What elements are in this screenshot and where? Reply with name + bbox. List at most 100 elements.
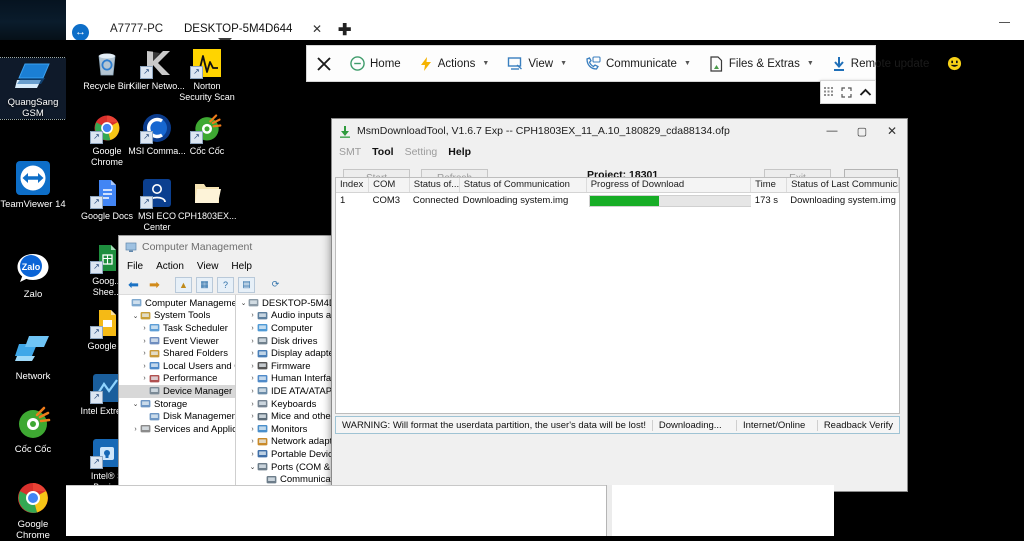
column-header[interactable]: Index — [336, 178, 370, 192]
menu-view[interactable]: View — [197, 261, 219, 272]
chevron-down-icon[interactable]: ⌄ — [131, 400, 140, 408]
chevron-down-icon[interactable]: ⌄ — [239, 299, 248, 307]
toolbar-communicate-button[interactable]: Communicate ▼ — [576, 46, 700, 81]
toolbar-actions-button[interactable]: Actions ▼ — [410, 46, 499, 81]
tree-item-shared-folders[interactable]: › Shared Folders — [119, 347, 235, 360]
toolbar-files-extras-button[interactable]: Files & Extras ▼ — [700, 46, 823, 81]
computer-management-menu-bar: File Action View Help — [119, 258, 348, 275]
desktop-icon-quangsang-gsm[interactable]: QuangSang GSM — [0, 57, 67, 120]
chevron-down-icon[interactable]: ⌄ — [248, 463, 257, 471]
chevron-right-icon[interactable]: › — [131, 426, 140, 433]
tab-close-icon[interactable]: ✕ — [312, 22, 322, 36]
menu-action[interactable]: Action — [156, 261, 184, 272]
remote-icon-coc-coc[interactable]: ↗ Cốc Cốc — [178, 113, 236, 157]
chevron-right-icon[interactable]: › — [140, 363, 149, 370]
tree-item-local-users-and-groups[interactable]: › Local Users and Groups — [119, 360, 235, 373]
show-hide-tree-icon[interactable]: ▦ — [196, 276, 213, 293]
remote-screen: Recycle Bin ↗ Killer Netwo... ↗ Norton S… — [66, 40, 1024, 536]
msm-maximize-button[interactable]: ▢ — [847, 119, 877, 143]
chevron-right-icon[interactable]: › — [140, 325, 149, 332]
tree-item-system-tools[interactable]: ⌄ System Tools — [119, 310, 235, 323]
tree-item-disk-management[interactable]: Disk Management — [119, 410, 235, 423]
tab-desktop-5m4d644[interactable]: DESKTOP-5M4D644 — [176, 19, 300, 40]
chevron-down-icon[interactable]: ⌄ — [131, 312, 140, 320]
tree-item-performance[interactable]: › Performance — [119, 373, 235, 386]
chevron-right-icon[interactable]: › — [248, 363, 257, 370]
msm-menu-setting[interactable]: Setting — [405, 146, 438, 158]
tree-item-storage[interactable]: ⌄ Storage — [119, 398, 235, 411]
svg-text:Zalo: Zalo — [22, 262, 41, 272]
ide-icon — [257, 386, 268, 396]
chevron-right-icon[interactable]: › — [248, 426, 257, 433]
shortcut-badge-icon: ↗ — [140, 66, 153, 79]
toolbar-home-button[interactable]: Home — [341, 46, 410, 81]
forward-icon[interactable]: ➡ — [146, 277, 163, 293]
chevron-right-icon[interactable]: › — [248, 350, 257, 357]
shortcut-badge-icon: ↗ — [90, 456, 103, 469]
expand-icon[interactable] — [841, 86, 853, 98]
remote-icon-norton-security-scan[interactable]: ↗ Norton Security Scan — [178, 48, 236, 102]
desktop-icon-network[interactable]: Network — [0, 332, 66, 382]
teamviewer-session-toolbar: Home Actions ▼ View ▼ Communicate ▼ File… — [306, 45, 962, 82]
chevron-right-icon[interactable]: › — [140, 338, 149, 345]
toolbar-close-session-button[interactable] — [307, 46, 341, 81]
column-header[interactable]: COM — [369, 178, 410, 192]
desktop-icon-coc-coc[interactable]: Cốc Cốc — [0, 405, 66, 455]
chevron-right-icon[interactable]: › — [248, 388, 257, 395]
chevron-right-icon[interactable]: › — [248, 413, 257, 420]
msm-menu-tool[interactable]: Tool — [372, 146, 393, 158]
toolbar-view-button[interactable]: View ▼ — [498, 46, 576, 81]
download-status-table[interactable]: Index COM Status of... Status of Communicat… — [335, 177, 900, 414]
column-header[interactable]: Status of Communication — [460, 178, 587, 192]
msm-menu-help[interactable]: Help — [448, 146, 471, 158]
column-header[interactable]: Time — [751, 178, 788, 192]
chevron-up-icon[interactable] — [859, 87, 872, 98]
remote-icon-cph1803ex-folder[interactable]: CPH1803EX... — [178, 178, 237, 222]
chevron-right-icon[interactable]: › — [248, 375, 257, 382]
desktop-icon-zalo[interactable]: Zalo Zalo — [0, 250, 66, 300]
tree-item-computer-management-local[interactable]: Computer Management (Local — [119, 297, 235, 310]
new-tab-icon[interactable]: ✚ — [338, 20, 351, 40]
grid-icon[interactable] — [824, 86, 835, 98]
column-header[interactable]: Progress of Download — [587, 178, 752, 192]
msm-menu-smt[interactable]: SMT — [339, 146, 361, 158]
properties-icon[interactable]: ▤ — [238, 276, 255, 293]
msm-close-button[interactable]: ✕ — [877, 119, 907, 143]
computer-management-title: Computer Management — [142, 241, 253, 253]
refresh-icon[interactable]: ⟳ — [267, 277, 284, 293]
tree-item-services-and-applications[interactable]: › Services and Applications — [119, 423, 235, 436]
msm-minimize-button[interactable]: — — [817, 119, 847, 143]
zalo-icon: Zalo — [15, 250, 51, 286]
google-chrome-icon — [15, 480, 51, 516]
toolbar-remote-update-button[interactable]: Remote update — [823, 46, 939, 81]
chevron-right-icon[interactable]: › — [248, 438, 257, 445]
tree-item-device-manager[interactable]: Device Manager — [119, 385, 235, 398]
column-header[interactable]: Status of Last Communication — [787, 178, 900, 192]
up-folder-icon[interactable]: ▲ — [175, 276, 192, 293]
toolbar-smiley-button[interactable] — [938, 46, 971, 81]
help-icon[interactable]: ? — [217, 276, 234, 293]
chevron-right-icon[interactable]: › — [248, 401, 257, 408]
desktop-icon-google-chrome[interactable]: Google Chrome — [0, 480, 66, 541]
menu-file[interactable]: File — [127, 261, 143, 272]
window-minimize-button[interactable] — [999, 22, 1010, 23]
chevron-right-icon[interactable]: › — [248, 312, 257, 319]
tree-item-label: System Tools — [154, 310, 211, 322]
column-header[interactable]: Status of... — [410, 178, 460, 192]
mouse-icon — [257, 412, 268, 422]
desktop-icon-teamviewer-14[interactable]: TeamViewer 14 — [0, 160, 66, 210]
chevron-right-icon[interactable]: › — [248, 338, 257, 345]
tree-item-task-scheduler[interactable]: › Task Scheduler — [119, 322, 235, 335]
chevron-right-icon[interactable]: › — [140, 350, 149, 357]
tree-item-event-viewer[interactable]: › Event Viewer — [119, 335, 235, 348]
tree-item-label: Computer Management (Local — [145, 297, 235, 309]
toolbar-label: Communicate — [606, 57, 677, 70]
table-row[interactable]: 1 COM3 Connected Downloading system.img 173 … — [336, 193, 899, 208]
tab-a7777-pc[interactable]: A7777-PC — [102, 19, 171, 40]
chevron-right-icon[interactable]: › — [248, 451, 257, 458]
back-icon[interactable]: ⬅ — [125, 277, 142, 293]
menu-help[interactable]: Help — [231, 261, 252, 272]
chevron-right-icon[interactable]: › — [140, 375, 149, 382]
teamviewer-mini-toolbar[interactable] — [820, 80, 876, 104]
chevron-right-icon[interactable]: › — [248, 325, 257, 332]
